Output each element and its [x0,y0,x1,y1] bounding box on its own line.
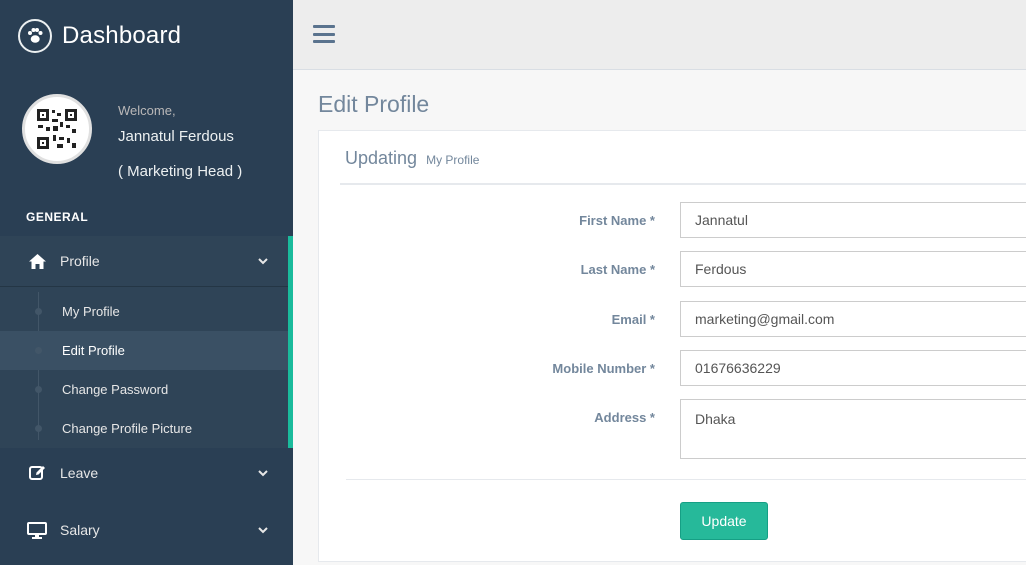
sidebar-item-leave[interactable]: Leave [0,448,288,498]
sidebar-subitem-label: Edit Profile [62,343,125,358]
chevron-down-icon [258,523,268,537]
user-profile-block: Welcome, Jannatul Ferdous ( Marketing He… [0,71,293,201]
mobile-number-label: Mobile Number * [552,361,655,376]
bullet-icon [35,386,42,393]
divider [346,479,1026,480]
sidebar-item-label: Profile [60,253,100,269]
paw-icon [18,18,52,53]
sidebar-item-profile[interactable]: Profile [0,236,288,286]
sidebar-section-title: GENERAL [26,210,89,224]
sidebar-subitem-my-profile[interactable]: My Profile [0,292,288,331]
divider [340,183,1026,185]
desktop-icon [26,521,48,539]
sidebar-subitem-label: My Profile [62,304,120,319]
last-name-field[interactable] [680,251,1026,287]
welcome-text: Welcome, [118,103,176,118]
sidebar: Dashboard Welcome, Jannatul Ferdous ( Ma… [0,0,293,565]
address-label: Address * [594,410,655,425]
divider [0,286,288,287]
sidebar-subitem-change-profile-picture[interactable]: Change Profile Picture [0,409,288,448]
chevron-down-icon [258,466,268,480]
mobile-number-field[interactable] [680,350,1026,386]
panel-title-text: Updating [345,148,418,168]
edit-profile-panel [318,130,1026,562]
sidebar-item-label: Salary [60,522,100,538]
update-button[interactable]: Update [680,502,768,540]
last-name-label: Last Name * [580,262,655,277]
edit-icon [26,465,48,481]
qr-code-image [35,107,79,151]
chevron-down-icon [258,254,268,268]
hamburger-menu-icon[interactable] [313,25,335,43]
email-field[interactable] [680,301,1026,337]
sidebar-subitem-label: Change Profile Picture [62,421,193,436]
bullet-icon [35,425,42,432]
panel-title: Updating My Profile [345,148,479,169]
top-navbar [293,0,1026,70]
user-name: Jannatul Ferdous [118,128,234,145]
first-name-field[interactable] [680,202,1026,238]
avatar [22,94,92,164]
sidebar-subitem-label: Change Password [62,382,169,397]
bullet-icon [35,347,42,354]
page-title: Edit Profile [318,91,430,117]
email-label: Email * [611,312,655,327]
sidebar-item-salary[interactable]: Salary [0,505,288,555]
home-icon [26,253,48,269]
brand-title: Dashboard [62,21,182,49]
sidebar-item-label: Leave [60,465,99,481]
first-name-label: First Name * [579,213,655,228]
address-field[interactable]: Dhaka [680,399,1026,459]
user-role: ( Marketing Head ) [118,163,243,180]
brand[interactable]: Dashboard [0,0,293,71]
bullet-icon [35,308,42,315]
panel-subtitle: My Profile [426,153,480,167]
sidebar-subitem-change-password[interactable]: Change Password [0,370,288,409]
sidebar-subitem-edit-profile[interactable]: Edit Profile [0,331,288,370]
